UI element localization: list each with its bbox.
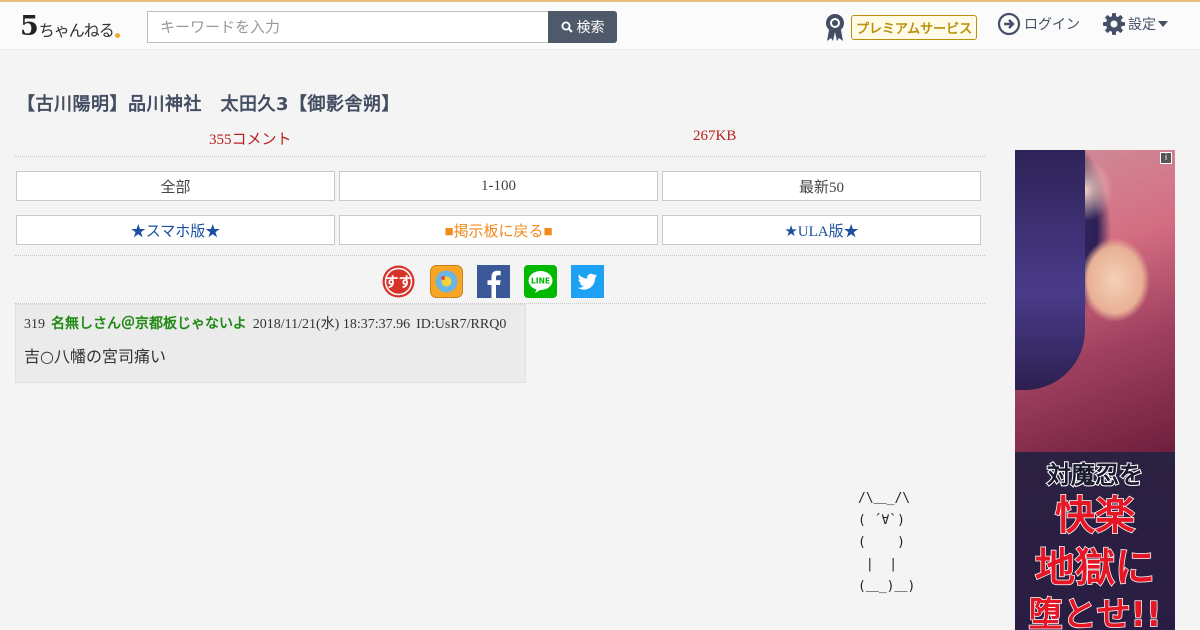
svg-text:すす: すす (385, 275, 413, 291)
ad-text-panel: 対魔忍を 快楽 地獄に 堕とせ!! (1015, 452, 1175, 630)
settings-menu[interactable]: 設定 (1102, 11, 1168, 37)
logo-numeral: 5 (20, 11, 39, 42)
ad-line-2: 快楽 (1054, 492, 1136, 540)
ascii-art-cat: /\＿_/\ ( ´∀`) ( ) | | (＿_)＿) (858, 491, 916, 594)
post-author-name: 名無しさん＠京都板じゃないよ (51, 316, 247, 332)
login-icon (997, 12, 1021, 36)
facebook-icon[interactable] (477, 265, 510, 298)
ad-line-1: 対魔忍を (1046, 460, 1144, 490)
header-bar: 5 ちゃんねる 検索 プレミアムサービス ログイン (0, 2, 1200, 50)
line-icon[interactable]: LINE (524, 265, 557, 298)
post-body: 吉○八幡の宮司痛い (24, 347, 166, 366)
nav-range-button[interactable]: 1-100 (339, 171, 658, 201)
gear-icon (1103, 13, 1125, 35)
ad-image-figure (1015, 150, 1085, 390)
ad-line-4: 堕とせ!! (1028, 594, 1163, 630)
ss-icon[interactable]: すす (382, 265, 415, 298)
divider (15, 156, 985, 157)
ad-line-3: 地獄に (1034, 544, 1156, 592)
search-button-label: 検索 (576, 20, 605, 36)
login-link[interactable]: ログイン (997, 11, 1080, 37)
post-number[interactable]: 319 (24, 317, 45, 333)
thread-size: 267KB (693, 128, 737, 144)
nav-latest-button[interactable]: 最新50 (662, 171, 981, 201)
app-icon[interactable] (430, 265, 463, 298)
logo-dot (114, 33, 120, 38)
divider (15, 255, 985, 256)
settings-label: 設定 (1128, 17, 1156, 33)
award-ribbon-icon (826, 14, 844, 41)
thread-title: 【古川陽明】品川神社 太田久3【御影舎朔】 (17, 94, 401, 115)
comment-count: 355コメント (209, 132, 292, 148)
post-header: 319 名無しさん＠京都板じゃないよ 2018/11/21(水) 18:37:3… (24, 313, 506, 333)
search-icon (561, 21, 573, 33)
post-id[interactable]: ID:UsR7/RRQ0 (416, 317, 506, 333)
logo-text: ちゃんねる (38, 21, 115, 40)
premium-service-label: プレミアムサービス (851, 14, 978, 40)
smartphone-version-link[interactable]: ★スマホ版★ (16, 215, 335, 245)
post-319: 319 名無しさん＠京都板じゃないよ 2018/11/21(水) 18:37:3… (15, 304, 526, 383)
ula-version-link[interactable]: ★ULA版★ (662, 215, 981, 245)
post-date: 2018/11/21(水) 18:37:37.96 (252, 317, 411, 332)
caret-down-icon (1158, 21, 1168, 27)
search-input[interactable] (147, 11, 550, 43)
twitter-icon[interactable] (571, 265, 604, 298)
ad-info-icon[interactable]: i (1160, 152, 1172, 164)
search-button[interactable]: 検索 (548, 11, 617, 43)
back-to-board-link[interactable]: ■掲示板に戻る■ (339, 215, 658, 245)
nav-all-button[interactable]: 全部 (16, 171, 335, 201)
site-logo[interactable]: 5 ちゃんねる (20, 10, 120, 42)
premium-service-link[interactable]: プレミアムサービス (823, 10, 978, 44)
ad-image (1015, 150, 1175, 452)
login-label: ログイン (1024, 17, 1080, 33)
svg-text:LINE: LINE (531, 277, 550, 286)
advertisement-banner[interactable]: i 対魔忍を 快楽 地獄に 堕とせ!! (1015, 150, 1175, 630)
